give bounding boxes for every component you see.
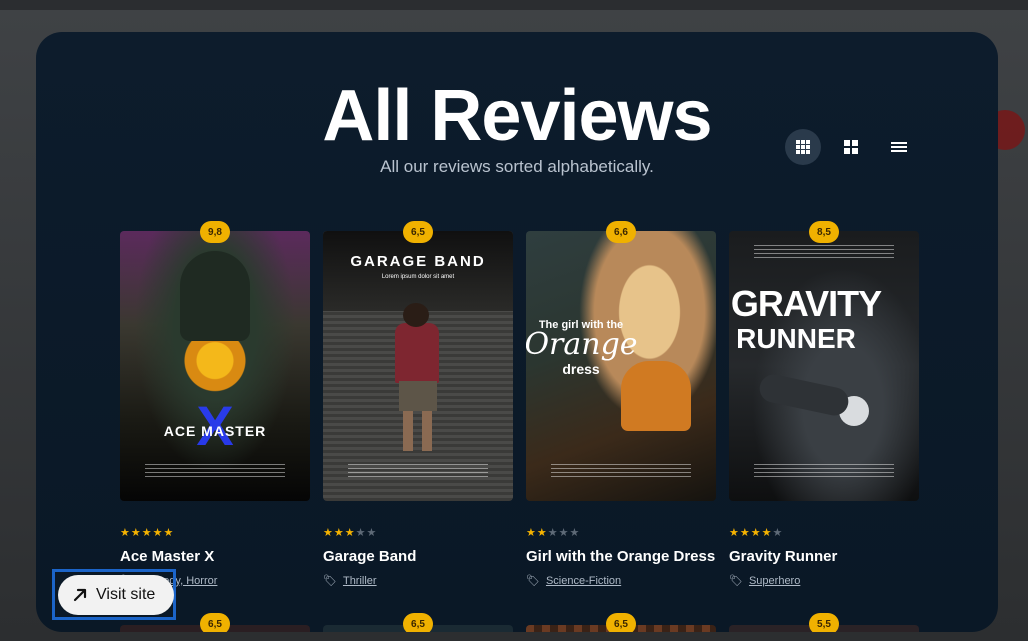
score-badge: 6,6 <box>606 221 636 243</box>
next-row-card[interactable]: 6,5 <box>323 613 513 632</box>
rating-stars: ★★★★★ <box>323 527 378 539</box>
poster-subtitle: Lorem ipsum dolor sit amet <box>381 274 455 280</box>
figure-leg <box>403 411 413 451</box>
list-icon <box>891 142 907 152</box>
next-row-card[interactable]: 6,5 <box>526 613 716 632</box>
genre-link[interactable]: Thriller <box>343 575 377 587</box>
genre-link[interactable]: Science-Fiction <box>546 575 621 587</box>
score-badge: 6,5 <box>403 221 433 243</box>
reviews-panel: All Reviews All our reviews sorted alpha… <box>36 32 998 632</box>
poster-header <box>323 231 513 311</box>
movie-poster[interactable]: The girl with the Orange dress <box>526 231 716 501</box>
score-badge: 9,8 <box>200 221 230 243</box>
hooded-figure <box>180 251 250 341</box>
score-badge: 5,5 <box>809 613 839 632</box>
grid-small-icon <box>796 140 810 154</box>
visit-site-label: Visit site <box>96 586 156 603</box>
poster-line2: Orange <box>526 327 638 362</box>
poster-credits <box>754 464 894 478</box>
poster-line3: dress <box>562 361 600 377</box>
genre-tag[interactable]: 🏷 Superhero <box>729 574 800 588</box>
movie-title[interactable]: Ace Master X <box>120 548 214 565</box>
movie-poster[interactable]: GARAGE BAND Lorem ipsum dolor sit amet <box>323 231 513 501</box>
tag-icon: 🏷 <box>323 575 337 587</box>
score-badge: 6,5 <box>606 613 636 632</box>
genre-link[interactable]: Superhero <box>749 575 800 587</box>
tag-icon: 🏷 <box>729 575 743 587</box>
movie-title[interactable]: Gravity Runner <box>729 548 837 565</box>
poster-title: GARAGE BAND <box>350 253 486 270</box>
movie-poster[interactable]: GRAVITY RUNNER <box>729 231 919 501</box>
genre-tag[interactable]: 🏷 Thriller <box>323 574 377 588</box>
poster-credits <box>348 464 488 478</box>
visit-site-button[interactable]: Visit site <box>58 575 174 615</box>
poster-line1: GRAVITY <box>730 283 882 324</box>
movie-poster[interactable]: X ACE MASTER <box>120 231 310 501</box>
score-badge: 8,5 <box>809 221 839 243</box>
poster-line2: RUNNER <box>736 323 856 354</box>
grid-large-icon <box>844 140 858 154</box>
arrow-up-right-icon <box>73 588 87 602</box>
grid-large-view-button[interactable] <box>833 129 869 165</box>
rating-stars: ★★★★★ <box>729 527 784 539</box>
genre-tag[interactable]: 🏷 Science-Fiction <box>526 574 621 588</box>
visit-site-focus-ring: Visit site <box>52 569 176 620</box>
poster-credits <box>551 464 691 478</box>
movie-title[interactable]: Girl with the Orange Dress <box>526 548 715 565</box>
browser-top-bar <box>0 0 1028 10</box>
list-view-button[interactable] <box>881 129 917 165</box>
rating-stars: ★★★★★ <box>120 527 175 539</box>
rating-stars: ★★★★★ <box>526 527 581 539</box>
score-badge: 6,5 <box>200 613 230 632</box>
movie-title[interactable]: Garage Band <box>323 548 416 565</box>
next-row-card[interactable]: 6,5 <box>120 613 310 632</box>
grid-small-view-button[interactable] <box>785 129 821 165</box>
poster-title: ACE MASTER <box>163 423 267 439</box>
figure-head <box>403 303 429 327</box>
figure-shorts <box>399 381 437 411</box>
figure-shirt <box>395 323 439 383</box>
poster-credits <box>145 464 285 478</box>
poster-credits-top <box>754 245 894 259</box>
runner-body <box>757 371 851 419</box>
next-row-card[interactable]: 5,5 <box>729 613 919 632</box>
figure-leg <box>422 411 432 451</box>
score-badge: 6,5 <box>403 613 433 632</box>
tag-icon: 🏷 <box>526 575 540 587</box>
